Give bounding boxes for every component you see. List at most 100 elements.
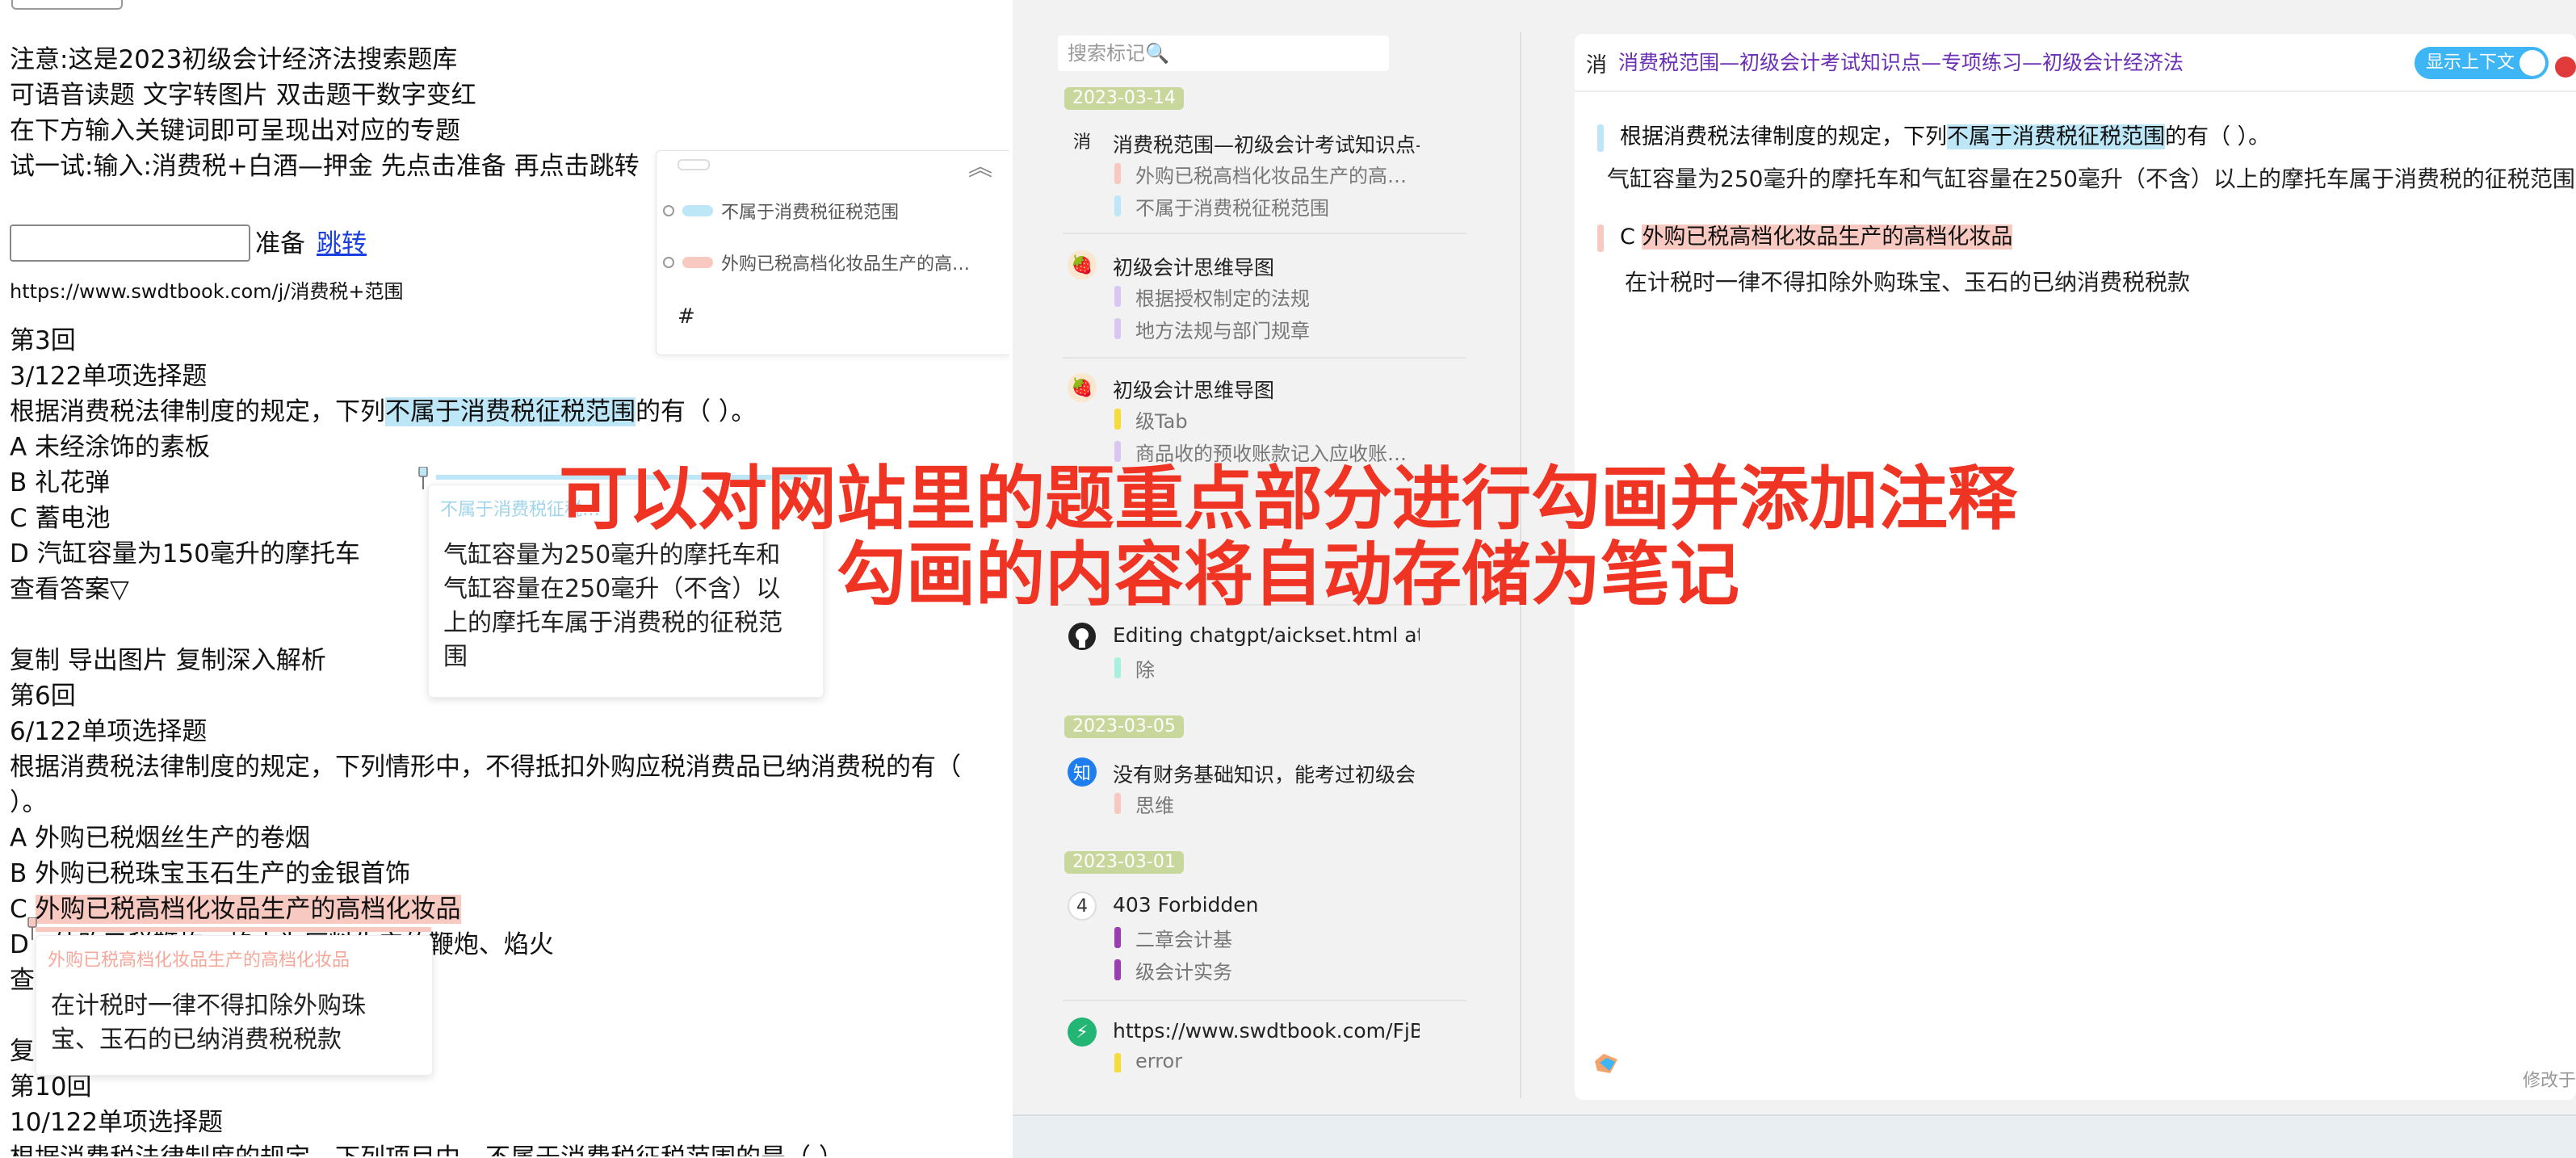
color-bar [1114,657,1121,678]
q6-option-a: A 外购已税烟丝生产的卷烟 [10,824,311,853]
entry-mark[interactable]: 级会计实务 [1114,956,1442,984]
color-bar [1114,318,1121,339]
color-bar [1114,195,1121,216]
entry-title[interactable]: 初级会计思维导图 [1113,252,1420,281]
modified-label: 修改于 [2522,1071,2576,1091]
note-line: 在计税时一律不得扣除外购珠 [51,992,366,1020]
entry-mark[interactable]: 思维 [1114,790,1442,818]
q6-stem: 根据消费税法律制度的规定，下列情形中，不得抵扣外购应税消费品已纳消费税的有（ [10,753,961,782]
toggle-label: 显示上下文 [2426,52,2515,73]
zhihu-icon: 知 [1068,757,1097,787]
separator [1063,357,1466,359]
color-bar [1114,286,1121,307]
highlight-swatch [682,257,713,268]
github-icon [1068,623,1096,650]
detail-header: 消 消费税范围—初级会计考试知识点—专项练习—初级会计经济法 显示上下文 [1575,34,2576,92]
note-connector [36,927,431,932]
q3-stem: 根据消费税法律制度的规定，下列不属于消费税征税范围的有（ ）。 [10,394,756,430]
mark-search-input[interactable]: 搜索标记🔍 [1058,36,1389,71]
q3-stem-b: 的有（ ）。 [636,397,757,426]
mark-item[interactable]: 外购已税高档化妆品生产的高… [663,250,970,275]
entry-title[interactable]: Editing chatgpt/aickset.html at r [1113,623,1420,647]
note-card-2[interactable]: 外购已税高档化妆品生产的高档化妆品 在计税时一律不得扣除外购珠 宝、玉石的已纳消… [36,935,433,1076]
collapse-icon[interactable]: ︽ [968,156,992,180]
date-tag: 2023-03-01 [1064,851,1184,874]
color-bar [1597,224,1604,252]
entry-mark[interactable]: 级Tab [1114,405,1442,434]
prepare-button[interactable]: 准备 [255,223,305,259]
color-bar [1114,1053,1121,1072]
hash-tag[interactable]: # [678,304,695,329]
url-text: https://www.swdtbook.com/j/消费税+范围 [10,280,404,303]
mindmap-icon: 🍓 [1068,373,1097,402]
top-button[interactable] [11,0,123,10]
q6-option-c-highlight[interactable]: 外购已税高档化妆品生产的高档化妆品 [35,895,461,924]
detail-mark-2[interactable]: C 外购已税高档化妆品生产的高档化妆品 [1597,221,2013,254]
intro-line-1: 注意:这是2023初级会计经济法搜索题库 [10,45,458,74]
detail-mark-1[interactable]: 根据消费税法律制度的规定，下列不属于消费税征税范围的有（ ）。 [1597,121,2270,153]
extension-icon[interactable] [2555,57,2576,78]
app-logo-icon [1595,1054,1617,1073]
q6-round: 第6回 [10,682,76,711]
date-tag: 2023-03-05 [1064,715,1184,738]
page-icon: 4 [1068,892,1097,921]
entry-mark[interactable]: 不属于消费税征税范围 [1114,192,1442,220]
mindmap-icon: 🍓 [1068,250,1097,279]
separator [1063,1000,1466,1001]
q3-stem-a: 根据消费税法律制度的规定，下列 [10,397,385,426]
copy-links-partial[interactable]: 复 [10,1034,35,1069]
bolt-icon: ⚡ [1068,1017,1097,1047]
color-bar [1114,927,1121,948]
entry-title[interactable]: 消费税范围—初级会计考试知识点— [1113,129,1420,158]
q6-view-answer[interactable]: 查 [10,963,35,998]
jump-link[interactable]: 跳转 [317,223,367,259]
intro-line-3: 在下方输入关键词即可呈现出对应的专题 [10,116,460,145]
color-bar [1114,163,1121,184]
color-bar [1114,959,1121,980]
mark-item[interactable]: 不属于消费税征税范围 [663,198,899,224]
detail-title-link[interactable]: 消费税范围—初级会计考试知识点—专项练习—初级会计经济法 [1618,47,2184,76]
note-line: 围 [443,643,468,671]
bullet-icon [663,257,674,268]
date-tag: 2023-03-14 [1064,87,1184,110]
entry-title[interactable]: 没有财务基础知识，能考过初级会 [1113,759,1420,788]
entry-mark[interactable]: 除 [1114,654,1442,682]
q6-option-c: C 外购已税高档化妆品生产的高档化妆品 [10,892,461,927]
caption-line-1: 可以对网站里的题重点部分进行勾画并添加注释 [559,459,2017,539]
entry-title[interactable]: 403 Forbidden [1113,893,1420,917]
bullet-icon [663,205,674,216]
separator [1063,233,1466,234]
q3-type: 3/122单项选择题 [10,362,208,391]
q3-round: 第3回 [10,326,76,355]
note-line: 宝、玉石的已纳消费税税款 [51,1026,342,1054]
q6-stem-end: ）。 [10,788,48,817]
entry-title[interactable]: 初级会计思维导图 [1113,375,1420,404]
entry-mark[interactable]: error [1114,1050,1442,1072]
entry-mark[interactable]: 根据授权制定的法规 [1114,283,1442,311]
keyword-input[interactable] [10,224,250,262]
color-bar [1114,793,1121,814]
mark-item-label: 外购已税高档化妆品生产的高… [721,254,971,275]
q3-stem-highlight[interactable]: 不属于消费税征税范围 [385,397,636,426]
entry-title[interactable]: https://www.swdtbook.com/FjBI [1113,1019,1420,1043]
caption-line-2: 勾画的内容将自动存储为笔记 [837,535,1739,615]
color-bar [1114,409,1121,430]
entry-mark[interactable]: 地方法规与部门规章 [1114,315,1442,343]
highlight-swatch [682,205,713,216]
color-bar [1597,124,1604,152]
detail-note-2: 在计税时一律不得扣除外购珠宝、玉石的已纳消费税税款 [1625,269,2191,296]
mark-list-popup: ︽ 不属于消费税征税范围 外购已税高档化妆品生产的高… # [656,150,1009,355]
show-context-toggle[interactable]: 显示上下文 [2414,47,2549,79]
q6-type: 6/122单项选择题 [10,717,208,746]
toggle-knob [2519,50,2545,76]
action-links[interactable]: 复制 导出图片 复制深入解析 [10,643,326,678]
intro-line-2: 可语音读题 文字转图片 双击题干数字变红 [10,81,476,110]
mark-item-label: 不属于消费税征税范围 [721,203,900,223]
entry-mark[interactable]: 二章会计基 [1114,924,1442,952]
q6-option-b: B 外购已税珠宝玉石生产的金银首饰 [10,859,411,888]
entry-mark[interactable]: 外购已税高档化妆品生产的高… [1114,160,1442,188]
q10-stem: 根据消费税法律制度的规定，下列项目中，不属于消费税征税范围的是（ ）。 [10,1140,856,1156]
drag-handle[interactable] [678,159,710,170]
site-favicon: 消 [1586,53,1608,78]
intro-line-4: 试一试:输入:消费税+白酒—押金 先点击准备 再点击跳转 [10,152,640,181]
